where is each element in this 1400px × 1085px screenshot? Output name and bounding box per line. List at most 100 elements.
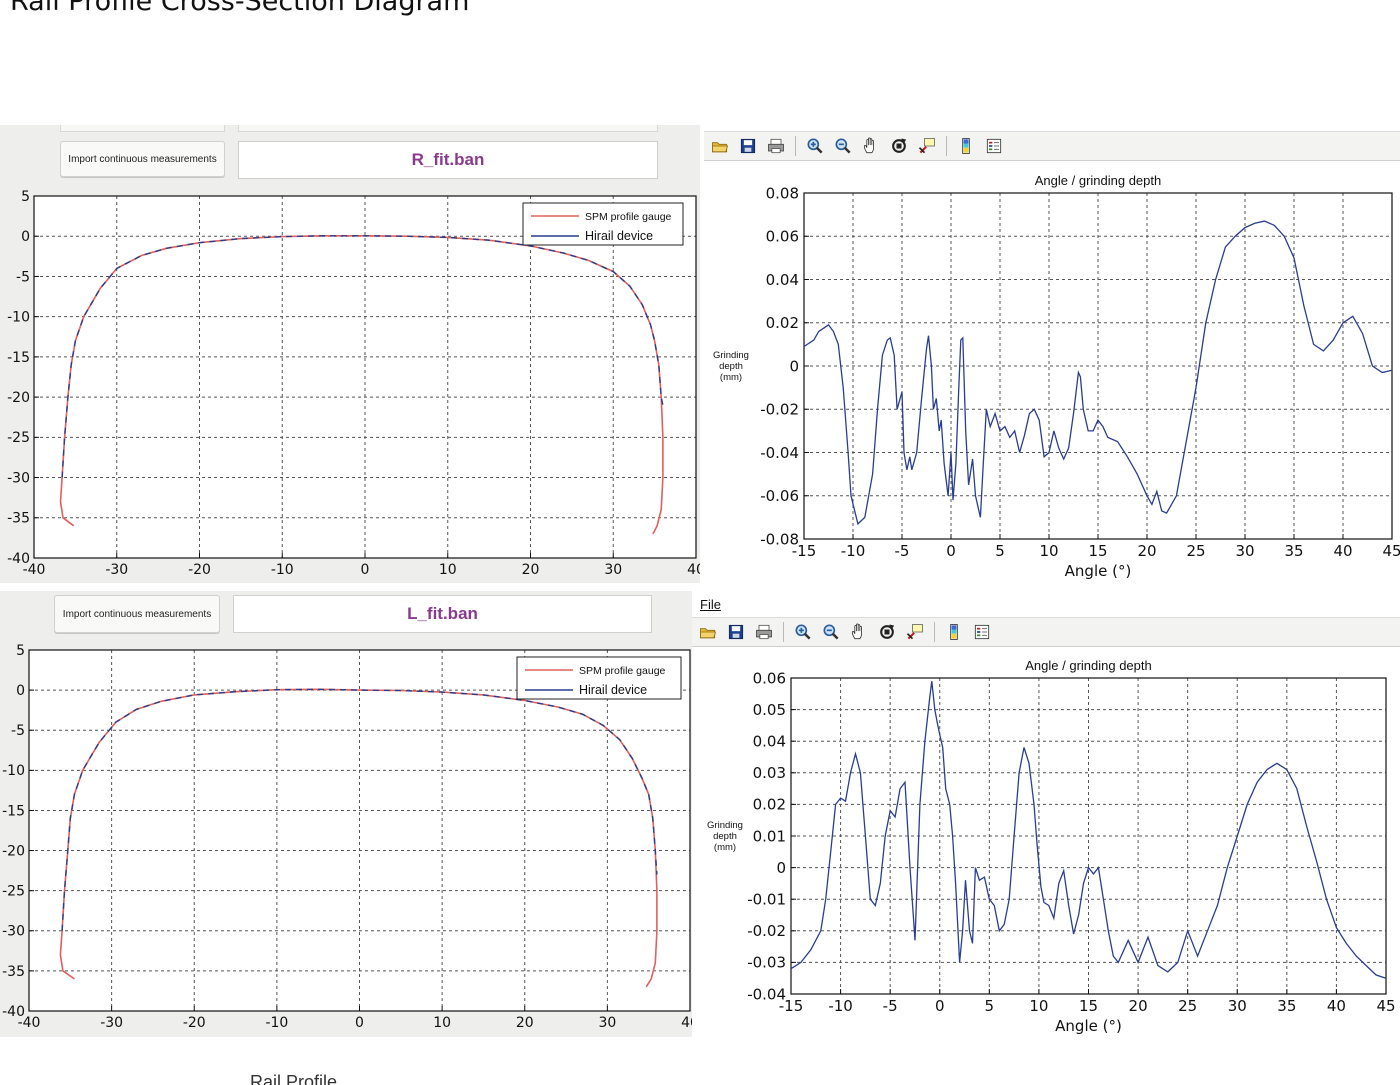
profile-plot-left: -40-30-20-1001020304050-5-10-15-20-25-30…	[2, 643, 692, 1031]
x-tick-label: 0	[935, 997, 945, 1015]
grinding-plot-right: -15 -10 -5 0 5 10 15 20 25 30 35 40 450.080.060.040.…	[713, 173, 1400, 580]
y-tick-label: 0.03	[753, 764, 786, 782]
y-tick-label: -0.02	[760, 401, 799, 419]
x-tick-label: -10	[271, 562, 294, 578]
x-tick-label: 10	[433, 1015, 451, 1031]
y-tick-label: 0.01	[753, 827, 786, 845]
y-tick-label: -35	[7, 511, 30, 527]
y-tick-label: -40	[2, 1004, 25, 1020]
x-tick-label: 25	[1186, 542, 1205, 560]
x-tick-label: -20	[188, 562, 211, 578]
y-tick-label: 5	[16, 643, 25, 659]
legend-label: SPM profile gauge	[579, 665, 666, 677]
x-tick-label: -30	[100, 1015, 123, 1031]
chart-title: Angle / grinding depth	[1035, 173, 1161, 188]
x-tick-label: -10	[265, 1015, 288, 1031]
y-tick-label: -0.01	[747, 890, 786, 908]
x-axis-label: Angle (°)	[1055, 1017, 1122, 1035]
x-tick-label: 40	[1333, 542, 1352, 560]
y-tick-label: -20	[7, 390, 30, 406]
y-tick-label: -10	[7, 310, 30, 326]
x-tick-label: 40	[687, 562, 700, 578]
x-tick-label: 20	[522, 562, 540, 578]
x-tick-label: 30	[1235, 542, 1254, 560]
y-tick-label: -35	[2, 964, 25, 980]
y-tick-label: -30	[7, 470, 30, 486]
y-tick-label: -15	[2, 803, 25, 819]
y-tick-label: 0.06	[753, 669, 786, 687]
y-tick-label: 0	[16, 683, 25, 699]
y-tick-label: -25	[2, 884, 25, 900]
y-axis-label: depth	[719, 361, 743, 372]
x-tick-label: 5	[985, 997, 995, 1015]
x-axis-label: Angle (°)	[1065, 562, 1132, 580]
y-tick-label: -0.06	[760, 487, 799, 505]
x-tick-label: 5	[995, 542, 1005, 560]
x-tick-label: 40	[681, 1015, 692, 1031]
x-tick-label: 0	[355, 1015, 364, 1031]
y-tick-label: 0.05	[753, 701, 786, 719]
y-tick-label: -0.08	[760, 530, 799, 548]
left-grinding-panel: File -15 -10 -5 0 5 10 15 20 25 30 35 40 45 0.06 0.05 0…	[692, 591, 1400, 1039]
legend-label: SPM profile gauge	[585, 211, 672, 223]
y-tick-label: 5	[21, 189, 30, 205]
x-tick-label: 40	[1327, 997, 1346, 1015]
legend-label: Hirail device	[579, 683, 647, 697]
y-tick-label: -25	[7, 430, 30, 446]
x-tick-label: 20	[1129, 997, 1148, 1015]
y-tick-label: -0.03	[747, 954, 786, 972]
x-tick-label: 10	[1039, 542, 1058, 560]
x-tick-label: -20	[183, 1015, 206, 1031]
x-tick-label: 10	[439, 562, 457, 578]
page-title: Rail Profile Cross-Section Diagram	[10, 0, 470, 17]
x-tick-label: 30	[1228, 997, 1247, 1015]
y-tick-label: -0.02	[747, 922, 786, 940]
y-tick-label: -15	[7, 350, 30, 366]
x-tick-label: 25	[1178, 997, 1197, 1015]
x-tick-label: 30	[598, 1015, 616, 1031]
x-tick-label: 15	[1088, 542, 1107, 560]
x-tick-label: 35	[1277, 997, 1296, 1015]
x-tick-label: -10	[841, 542, 866, 560]
x-tick-label: -10	[828, 997, 853, 1015]
x-tick-label: 15	[1079, 997, 1098, 1015]
y-tick-label: 0.06	[766, 228, 799, 246]
x-tick-label: 20	[516, 1015, 534, 1031]
y-tick-label: 0.08	[766, 184, 799, 202]
y-axis-label: Grinding	[713, 350, 749, 361]
y-axis-label: depth	[713, 831, 737, 842]
y-tick-label: -0.04	[760, 444, 799, 462]
y-tick-label: 0.04	[766, 271, 799, 289]
x-tick-label: 45	[1382, 542, 1400, 560]
x-tick-label: -5	[895, 542, 910, 560]
left-rail-profile-panel: Import continuous measurements L_fit.ban…	[0, 591, 692, 1037]
x-tick-label: 35	[1284, 542, 1303, 560]
y-tick-label: 0	[789, 357, 799, 375]
y-tick-label: -5	[16, 269, 30, 285]
y-tick-label: -5	[11, 723, 25, 739]
x-tick-label: 20	[1137, 542, 1156, 560]
y-tick-label: -30	[2, 924, 25, 940]
x-tick-label: 0	[946, 542, 956, 560]
legend-label: Hirail device	[585, 229, 653, 243]
profile-plot-right: -40-30-20-1001020304050-5-10-15-20-25-30…	[7, 189, 700, 578]
y-tick-label: 0.04	[753, 732, 786, 750]
x-tick-label: -30	[105, 562, 128, 578]
chart-title: Angle / grinding depth	[1025, 658, 1151, 673]
bottom-caption: Rail Profile	[250, 1072, 338, 1085]
y-tick-label: 0	[776, 859, 786, 877]
y-tick-label: -20	[2, 843, 25, 859]
x-tick-label: 45	[1376, 997, 1395, 1015]
y-tick-label: -0.04	[747, 985, 786, 1003]
y-axis-label: Grinding	[707, 820, 743, 831]
y-axis-label: (mm)	[714, 842, 736, 853]
right-rail-profile-panel: Import continuous measurements R_fit.ban…	[0, 125, 700, 583]
y-tick-label: -40	[7, 551, 30, 567]
y-tick-label: 0.02	[766, 314, 799, 332]
right-grinding-panel: -15 -10 -5 0 5 10 15 20 25 30 35 40 45 0.08 0.06 0.04 0.…	[704, 125, 1400, 587]
x-tick-label: -5	[883, 997, 898, 1015]
y-tick-label: -10	[2, 763, 25, 779]
y-axis-label: (mm)	[720, 372, 742, 383]
x-tick-label: 10	[1029, 997, 1048, 1015]
y-tick-label: 0	[21, 229, 30, 245]
